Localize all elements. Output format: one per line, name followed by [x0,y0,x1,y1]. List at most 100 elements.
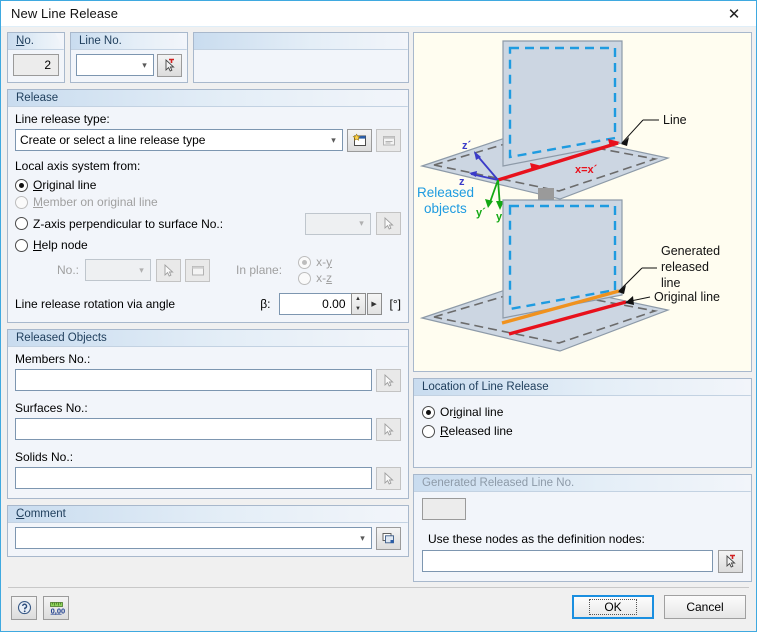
radio-in-plane-xy-label: x-y [316,255,333,269]
new-line-release-dialog: New Line Release ✕ No. 2 Line No. ▾ Rele… [0,0,757,632]
ok-button-label: OK [589,599,637,615]
pick-cursor-icon [384,216,394,230]
surfaces-no-input[interactable] [15,418,372,440]
footer-divider [8,587,749,588]
stepper-down-icon: ▼ [355,306,361,312]
released-objects-group-title: Released Objects [8,330,408,347]
no-field: 2 [13,54,59,76]
solids-pick-button [376,467,401,490]
comment-group: Comment ▾ [7,505,409,557]
radio-z-axis-perpendicular-label: Z-axis perpendicular to surface No.: [33,216,224,231]
line-no-group: Line No. ▾ [70,32,188,83]
close-icon[interactable]: ✕ [712,1,756,26]
label-line: Line [663,113,687,127]
comment-combo[interactable]: ▾ [15,527,372,549]
label-y-prime: y´ [476,207,486,219]
no-group: No. 2 [7,32,65,83]
comment-library-button[interactable] [376,527,401,550]
surfaces-pick-button [376,418,401,441]
generated-group-title: Generated Released Line No. [414,475,751,492]
definition-nodes-pick-button[interactable] [718,550,743,573]
location-group-title: Location of Line Release [414,379,751,396]
local-axis-system-label: Local axis system from: [15,159,141,173]
radio-in-plane-xy: x-y [298,255,332,269]
members-pick-button [376,369,401,392]
no-group-title: No. [8,33,64,50]
edit-line-release-type-button [376,129,401,152]
label-original-line: Original line [654,290,720,304]
radio-original-line[interactable]: Original line [15,178,401,192]
edit-window-icon [382,136,395,146]
radio-location-released-line[interactable]: Released line [422,424,743,438]
chevron-down-icon: ▾ [142,59,147,70]
help-node-pick-button [156,258,182,282]
help-question-icon [17,601,31,615]
units-settings-icon: 0,00 [49,602,65,615]
definition-nodes-label: Use these nodes as the definition nodes: [428,532,645,546]
release-group: Release Line release type: Create or sel… [7,89,409,323]
window-title: New Line Release [11,6,119,21]
pick-cursor-icon [384,471,394,485]
pick-cursor-icon [384,373,394,387]
surfaces-no-label: Surfaces No.: [15,401,88,415]
solids-no-input[interactable] [15,467,372,489]
line-no-group-title: Line No. [71,33,187,50]
beta-spinner[interactable]: 0.00 ▲ ▼ ▶ [278,293,382,315]
beta-value[interactable]: 0.00 [278,293,351,315]
radio-z-axis-perpendicular[interactable]: Z-axis perpendicular to surface No.: [15,217,305,231]
radio-member-on-original-line: Member on original line [15,195,401,209]
cancel-button[interactable]: Cancel [664,595,746,619]
radio-location-original-line-label: Original line [440,405,504,419]
definition-nodes-row [422,550,743,573]
rotation-angle-label: Line release rotation via angle [15,297,176,311]
beta-more-button[interactable]: ▶ [366,293,382,315]
dialog-footer: 0,00 OK Cancel [1,587,756,631]
solids-no-row [15,467,401,490]
label-generated-released-line-2: released [661,260,709,274]
label-generated-released-line-1: Generated [661,244,720,258]
pick-cursor-icon [384,422,394,436]
label-released-objects-line2: objects [424,201,467,216]
generated-line-no-field [422,498,466,520]
surfaces-no-row [15,418,401,441]
line-no-pick-button[interactable] [157,54,182,77]
location-of-line-release-group: Location of Line Release Original line R… [413,378,752,468]
line-release-type-combo[interactable]: Create or select a line release type ▾ [15,129,343,151]
radio-location-released-line-label: Released line [440,424,513,438]
units-settings-button[interactable]: 0,00 [43,596,69,620]
ok-button[interactable]: OK [572,595,654,619]
radio-indicator [298,271,312,285]
beta-stepper[interactable]: ▲ ▼ [350,293,366,315]
info-group-title [194,33,408,50]
new-window-icon [352,133,366,146]
radio-help-node[interactable]: Help node [15,238,401,252]
chevron-down-icon: ▾ [331,134,336,145]
pick-cursor-icon [726,554,736,568]
surface-pick-button [376,212,401,235]
label-z-prime: z´ [462,140,472,152]
info-group [193,32,409,83]
surface-no-combo: ▾ [305,212,371,235]
illustration-svg: Line z´ z y´ y x=x´ Released objects Gen… [417,40,720,352]
radio-location-original-line[interactable]: Original line [422,405,743,419]
comment-library-icon [382,533,394,544]
label-y: y [496,211,503,223]
help-node-no-label: No.: [57,263,80,277]
help-node-new-button [185,258,211,282]
radio-indicator [15,178,28,192]
line-no-combo[interactable]: ▾ [76,54,154,76]
generated-released-line-group: Generated Released Line No. Use these no… [413,474,752,582]
help-button[interactable] [11,596,37,620]
title-bar: New Line Release ✕ [1,1,756,27]
members-no-input[interactable] [15,369,372,391]
solids-no-label: Solids No.: [15,450,74,464]
radio-indicator [422,405,435,419]
label-x-axis: x=x´ [575,164,598,176]
new-line-release-type-button[interactable] [347,129,372,152]
definition-nodes-input[interactable] [422,550,713,572]
pick-cursor-icon [165,58,175,72]
pick-cursor-icon [164,263,174,277]
members-no-row [15,369,401,392]
help-node-no-combo: ▾ [85,259,152,281]
line-release-illustration: Line z´ z y´ y x=x´ Released objects Gen… [413,32,752,372]
